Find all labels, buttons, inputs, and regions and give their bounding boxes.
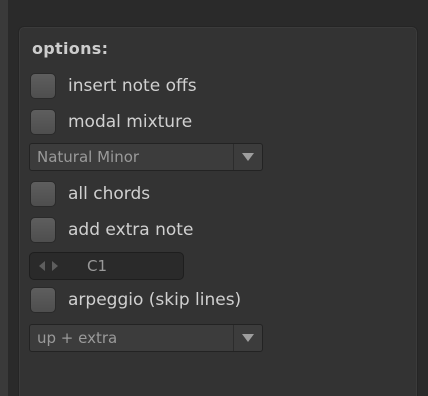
insert-note-offs-label: insert note offs xyxy=(68,76,197,96)
add-extra-note-checkbox[interactable] xyxy=(30,217,56,243)
triangle-down-icon xyxy=(242,153,254,161)
add-extra-note-row[interactable]: add extra note xyxy=(30,217,193,243)
scale-dropdown-button[interactable] xyxy=(233,144,262,170)
section-title: options: xyxy=(32,39,109,58)
triangle-left-icon[interactable] xyxy=(39,261,45,271)
stepper-arrows xyxy=(39,261,58,271)
scale-dropdown-value: Natural Minor xyxy=(37,148,140,166)
triangle-down-icon xyxy=(242,334,254,342)
scale-dropdown[interactable]: Natural Minor xyxy=(29,143,263,171)
arpeggio-mode-value: up + extra xyxy=(37,329,118,347)
modal-mixture-checkbox[interactable] xyxy=(30,109,56,135)
modal-mixture-label: modal mixture xyxy=(68,112,193,132)
triangle-right-icon[interactable] xyxy=(52,261,58,271)
modal-mixture-row[interactable]: modal mixture xyxy=(30,109,192,135)
extra-note-value: C1 xyxy=(87,257,108,275)
arpeggio-checkbox[interactable] xyxy=(30,287,56,313)
options-window: options: insert note offs modal mixture … xyxy=(0,0,428,396)
insert-note-offs-checkbox[interactable] xyxy=(30,73,56,99)
arpeggio-mode-dropdown-button[interactable] xyxy=(233,325,262,351)
arpeggio-label: arpeggio (skip lines) xyxy=(68,290,242,310)
all-chords-checkbox[interactable] xyxy=(30,181,56,207)
all-chords-label: all chords xyxy=(68,184,151,204)
extra-note-stepper[interactable]: C1 xyxy=(29,252,184,280)
insert-note-offs-row[interactable]: insert note offs xyxy=(30,73,197,99)
all-chords-row[interactable]: all chords xyxy=(30,181,150,207)
arpeggio-mode-dropdown[interactable]: up + extra xyxy=(29,324,263,352)
left-edge xyxy=(0,0,8,396)
arpeggio-row[interactable]: arpeggio (skip lines) xyxy=(30,287,241,313)
add-extra-note-label: add extra note xyxy=(68,220,194,240)
